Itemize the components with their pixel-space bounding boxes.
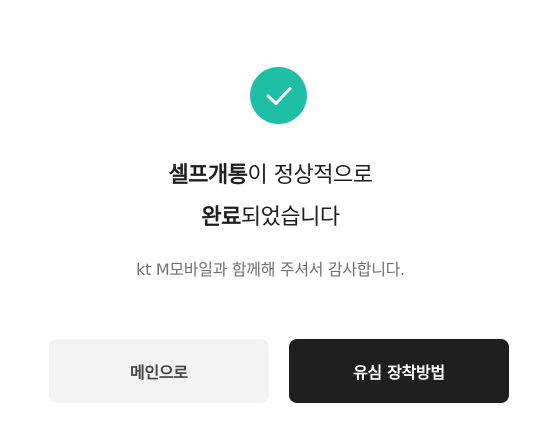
completion-title-emphasis: 셀프개통 [168, 163, 248, 188]
go-main-button-label: 메인으로 [130, 363, 188, 382]
completion-status-emphasis: 완료 [201, 205, 241, 230]
completion-title-line2: 완료되었습니다 [0, 203, 541, 233]
completion-title-line1: 셀프개통이 정상적으로 [0, 161, 541, 191]
completion-title-text: 이 정상적으로 [247, 163, 373, 188]
success-check-badge [250, 67, 307, 124]
thank-you-message: kt M모바일과 함께해 주셔서 감사합니다. [136, 260, 405, 279]
usim-install-guide-button[interactable]: 유심 장착방법 [289, 339, 509, 403]
completion-status-text: 되었습니다 [240, 205, 340, 230]
usim-install-guide-button-label: 유심 장착방법 [353, 363, 445, 382]
check-icon [266, 86, 291, 105]
go-main-button[interactable]: 메인으로 [49, 339, 269, 403]
